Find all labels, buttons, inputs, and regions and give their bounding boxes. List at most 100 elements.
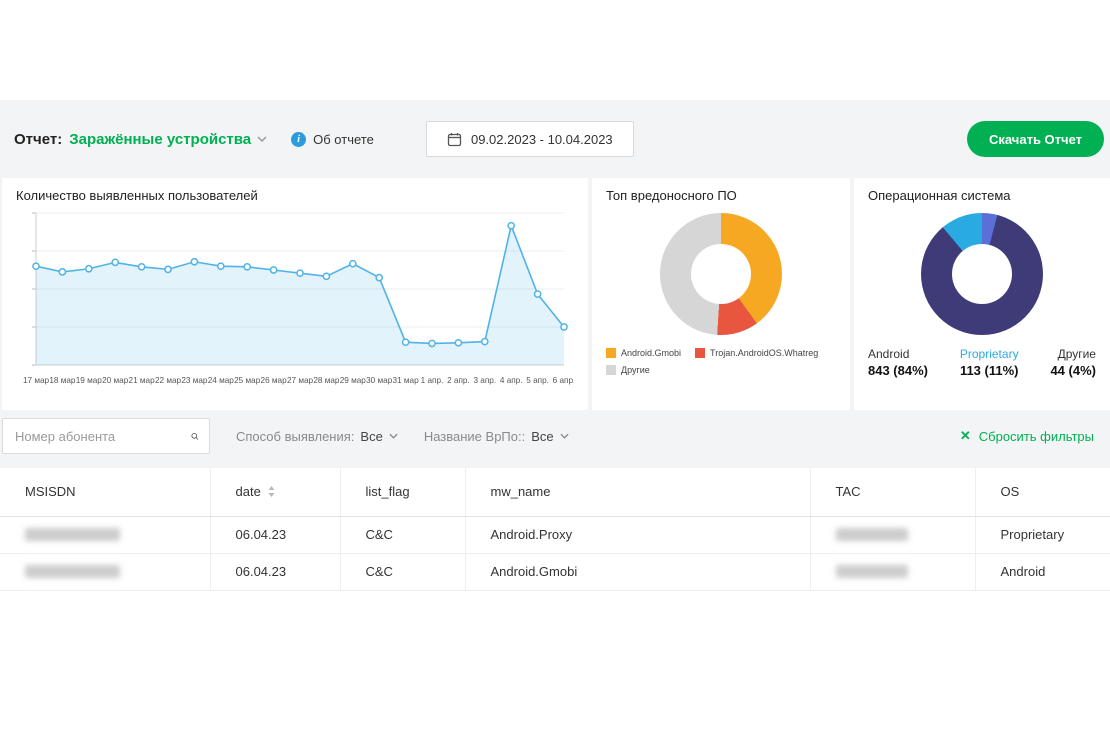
date-range-picker[interactable]: 09.02.2023 - 10.04.2023: [426, 121, 634, 157]
legend-item: Другие: [606, 365, 650, 375]
report-selector[interactable]: Заражённые устройства: [69, 131, 267, 148]
search-input[interactable]: [15, 429, 191, 444]
reset-filters-label: Сбросить фильтры: [979, 429, 1094, 444]
donut-hole: [691, 244, 751, 304]
svg-text:22 мар: 22 мар: [155, 376, 182, 385]
svg-text:27 мар: 27 мар: [287, 376, 314, 385]
info-icon: i: [291, 132, 306, 147]
table-cell: Proprietary: [975, 516, 1110, 553]
users-chart-card: Количество выявленных пользователей 17 м…: [2, 178, 588, 410]
donut-hole: [952, 244, 1012, 304]
column-header-mw_name: mw_name: [465, 468, 810, 516]
chevron-down-icon: [257, 136, 267, 142]
table-cell: Android.Gmobi: [465, 553, 810, 590]
svg-text:3 апр.: 3 апр.: [473, 376, 496, 385]
table-row: 06.04.23C&CAndroid.Gmobi Android: [0, 553, 1110, 590]
svg-text:30 мар: 30 мар: [366, 376, 393, 385]
table-cell: [810, 516, 975, 553]
svg-text:23 мар: 23 мар: [181, 376, 208, 385]
column-header-label: OS: [1001, 484, 1020, 499]
table-cell: 06.04.23: [210, 553, 340, 590]
about-label: Об отчете: [313, 132, 374, 147]
detection-method-label: Способ выявления:: [236, 429, 354, 444]
legend-swatch: [606, 365, 616, 375]
report-dashboard: Отчет: Заражённые устройства i Об отчете…: [0, 100, 1110, 468]
table-header-row: MSISDN date list_flag mw_name TAC OS: [0, 468, 1110, 516]
column-header-msisdn: MSISDN: [0, 468, 210, 516]
devices-table: MSISDN date list_flag mw_name TAC OS 06.04.23…: [0, 468, 1110, 591]
os-stat: Другие44 (4%): [1050, 347, 1096, 378]
table-cell: C&C: [340, 516, 465, 553]
malware-name-dropdown[interactable]: Название ВрПо:: Все: [424, 429, 569, 444]
os-stat: Android843 (84%): [868, 347, 928, 378]
reset-filters-button[interactable]: ✕ Сбросить фильтры: [960, 428, 1094, 444]
filter-bar: Способ выявления: Все Название ВрПо:: Вс…: [0, 410, 1110, 454]
malware-name-label: Название ВрПо::: [424, 429, 525, 444]
malware-chart-title: Топ вредоносного ПО: [606, 188, 836, 203]
column-header-label: MSISDN: [25, 484, 76, 499]
download-report-button[interactable]: Скачать Отчет: [967, 121, 1104, 157]
sort-icon: [268, 486, 275, 497]
column-header-tac: TAC: [810, 468, 975, 516]
svg-text:5 апр.: 5 апр.: [526, 376, 549, 385]
table-cell: [810, 553, 975, 590]
table-cell: C&C: [340, 553, 465, 590]
masked-value: [25, 565, 120, 578]
detection-method-dropdown[interactable]: Способ выявления: Все: [236, 429, 398, 444]
os-stat-name: Другие: [1050, 347, 1096, 361]
column-header-label: mw_name: [491, 484, 551, 499]
svg-text:1 апр.: 1 апр.: [421, 376, 444, 385]
os-stat-value: 843 (84%): [868, 363, 928, 378]
svg-text:6 апр.: 6 апр.: [553, 376, 574, 385]
subscriber-search-box: [2, 418, 210, 454]
malware-chart-card: Топ вредоносного ПО Android.Gmobi Trojan.…: [592, 178, 850, 410]
about-report-link[interactable]: i Об отчете: [291, 132, 374, 147]
column-header-label: TAC: [836, 484, 861, 499]
os-stat-name: Proprietary: [960, 347, 1019, 361]
users-line-chart: 17 мар18 мар19 мар20 мар21 мар22 мар23 м…: [16, 203, 574, 391]
column-header-label: date: [236, 484, 261, 499]
svg-text:28 мар: 28 мар: [313, 376, 340, 385]
column-header-list_flag: list_flag: [340, 468, 465, 516]
report-header: Отчет: Заражённые устройства i Об отчете…: [0, 100, 1110, 178]
legend-swatch: [695, 348, 705, 358]
svg-text:25 мар: 25 мар: [234, 376, 261, 385]
svg-text:20 мар: 20 мар: [102, 376, 129, 385]
legend-item: Trojan.AndroidOS.Whatreg: [695, 348, 818, 358]
svg-text:18 мар: 18 мар: [49, 376, 76, 385]
svg-text:21 мар: 21 мар: [129, 376, 156, 385]
legend-swatch: [606, 348, 616, 358]
malware-donut-chart: [660, 213, 782, 335]
chevron-down-icon: [389, 433, 398, 439]
table-cell: Android: [975, 553, 1110, 590]
top-whitespace: [0, 0, 1110, 100]
users-chart-title: Количество выявленных пользователей: [16, 188, 574, 203]
table-cell: Android.Proxy: [465, 516, 810, 553]
legend-label: Trojan.AndroidOS.Whatreg: [710, 348, 818, 358]
legend-item: Android.Gmobi: [606, 348, 681, 358]
os-donut-chart: [921, 213, 1043, 335]
os-chart-title: Операционная система: [868, 188, 1096, 203]
masked-value: [836, 565, 908, 578]
report-label: Отчет:: [14, 131, 62, 148]
table-row: 06.04.23C&CAndroid.Proxy Proprietary: [0, 516, 1110, 553]
search-icon[interactable]: [191, 428, 199, 445]
column-header-os: OS: [975, 468, 1110, 516]
malware-legend: Android.Gmobi Trojan.AndroidOS.Whatreg Дру…: [606, 348, 836, 375]
table-cell: 06.04.23: [210, 516, 340, 553]
masked-value: [25, 528, 120, 541]
table-cell: [0, 516, 210, 553]
svg-text:26 мар: 26 мар: [261, 376, 288, 385]
masked-value: [836, 528, 908, 541]
svg-text:24 мар: 24 мар: [208, 376, 235, 385]
svg-text:2 апр.: 2 апр.: [447, 376, 470, 385]
legend-label: Android.Gmobi: [621, 348, 681, 358]
column-header-date[interactable]: date: [210, 468, 340, 516]
table-cell: [0, 553, 210, 590]
svg-text:19 мар: 19 мар: [76, 376, 103, 385]
close-icon: ✕: [960, 428, 971, 444]
malware-name-value: Все: [531, 429, 553, 444]
detection-method-value: Все: [360, 429, 382, 444]
svg-text:17 мар: 17 мар: [23, 376, 50, 385]
column-header-label: list_flag: [366, 484, 410, 499]
